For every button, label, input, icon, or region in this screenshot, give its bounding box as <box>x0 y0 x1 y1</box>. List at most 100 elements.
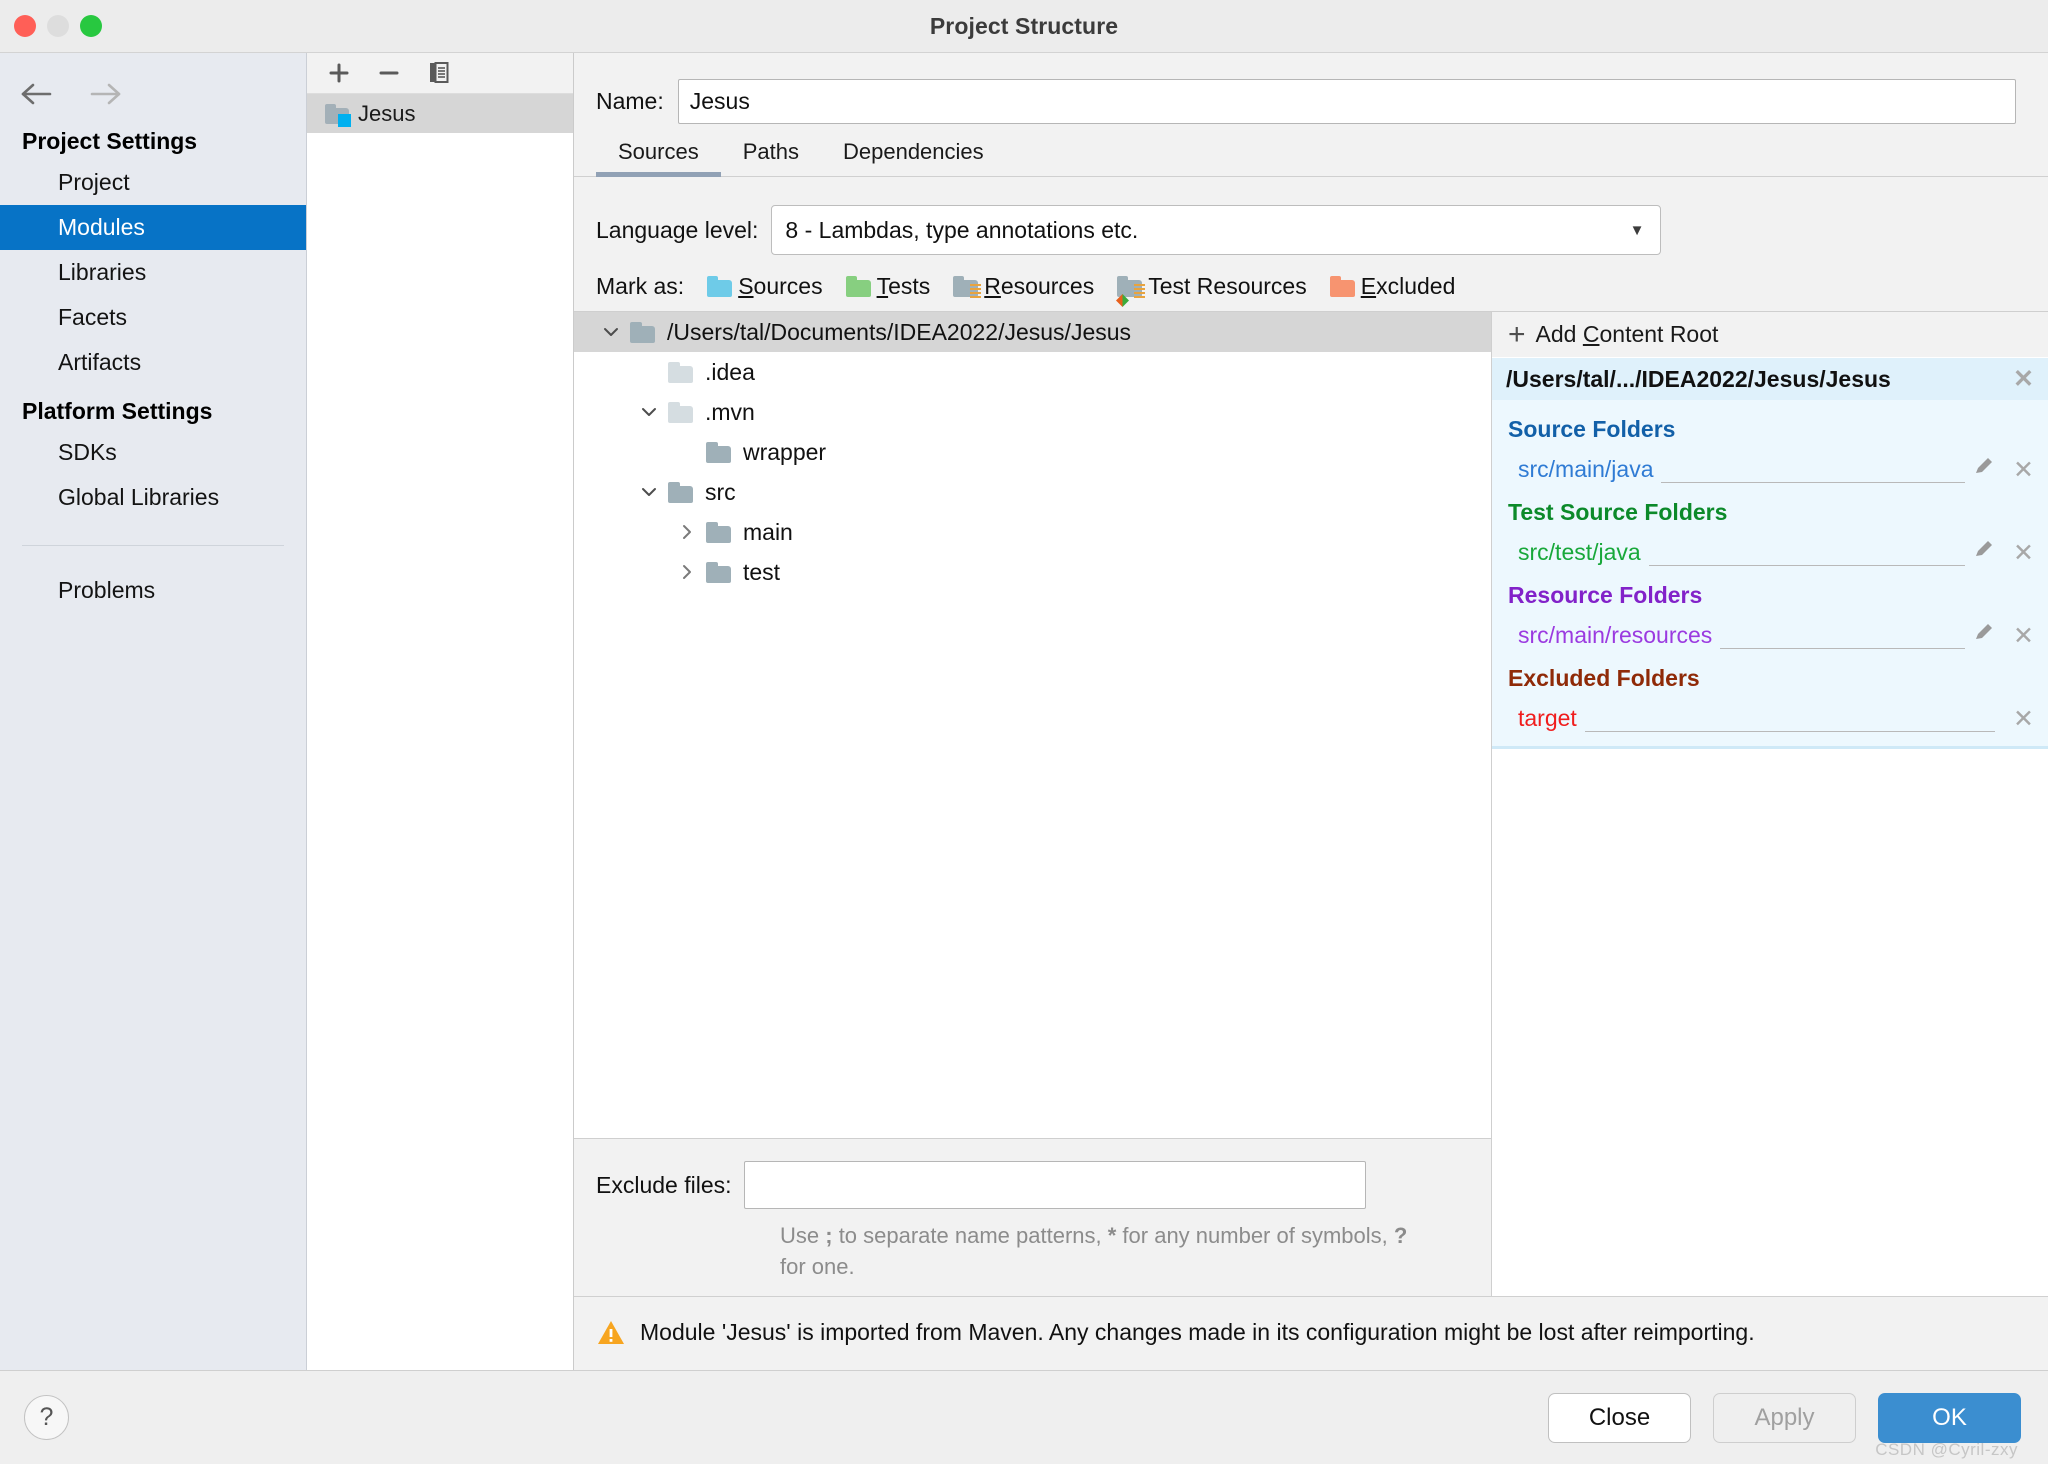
resource-folder-value[interactable]: src/main/resources <box>1518 622 1712 649</box>
tree-row[interactable]: src <box>574 472 1491 512</box>
excluded-folder-value[interactable]: target <box>1518 705 1577 732</box>
sidebar-item-global-libraries[interactable]: Global Libraries <box>0 475 306 520</box>
warning-triangle-icon <box>596 1318 626 1348</box>
dialog-footer: ? Close Apply OK CSDN @Cyril-zxy <box>0 1370 2048 1464</box>
remove-module-button[interactable] <box>375 59 403 87</box>
entry-rule <box>1720 627 1966 649</box>
sidebar-divider <box>22 545 284 546</box>
ok-button[interactable]: OK <box>1878 1392 2021 1443</box>
sidebar-item-sdks[interactable]: SDKs <box>0 430 306 475</box>
tree-row-label: main <box>743 518 793 545</box>
module-list-toolbar <box>307 53 573 94</box>
sources-split: /Users/tal/Documents/IDEA2022/Jesus/Jesu… <box>574 311 2048 1296</box>
sidebar-item-facets[interactable]: Facets <box>0 295 306 340</box>
tests-folder-icon <box>845 275 871 297</box>
zoom-window-button[interactable] <box>80 15 102 37</box>
mark-as-test-resources-button[interactable]: Test Resources <box>1116 272 1307 307</box>
twisty-down-icon[interactable] <box>630 482 668 502</box>
edit-pencil-icon[interactable] <box>1973 538 1995 566</box>
tree-row[interactable]: test <box>574 552 1491 592</box>
tab-sources[interactable]: Sources <box>596 139 721 177</box>
module-list-item-jesus[interactable]: Jesus <box>307 94 573 133</box>
mark-as-excluded-label: Excluded <box>1360 272 1456 299</box>
twisty-down-icon[interactable] <box>630 402 668 422</box>
back-arrow-icon[interactable] <box>20 81 56 107</box>
tree-row[interactable]: wrapper <box>574 432 1491 472</box>
window-traffic-lights <box>14 15 102 37</box>
mark-as-row: Mark as: Sources Tests Resources Test Re… <box>574 257 2048 311</box>
module-name-row: Name: <box>574 53 2048 129</box>
test-source-folder-entry: src/test/java ✕ <box>1492 532 2048 566</box>
hint-part: ? <box>1393 1223 1408 1248</box>
module-tabs: Sources Paths Dependencies <box>574 129 2048 177</box>
language-level-label: Language level: <box>596 216 759 243</box>
twisty-down-icon[interactable] <box>592 322 630 342</box>
tree-row[interactable]: main <box>574 512 1491 552</box>
tree-row[interactable]: /Users/tal/Documents/IDEA2022/Jesus/Jesu… <box>574 312 1491 352</box>
module-name-label: Name: <box>596 87 664 114</box>
twisty-right-icon[interactable] <box>668 562 706 582</box>
tab-dependencies[interactable]: Dependencies <box>821 139 1006 176</box>
language-level-select[interactable]: 8 - Lambdas, type annotations etc. ▼ <box>771 205 1662 255</box>
sidebar-item-libraries[interactable]: Libraries <box>0 250 306 295</box>
remove-excluded-folder-icon[interactable]: ✕ <box>2003 707 2034 732</box>
mark-as-tests-button[interactable]: Tests <box>845 272 931 300</box>
sidebar-item-artifacts[interactable]: Artifacts <box>0 340 306 385</box>
folder-icon <box>668 401 696 423</box>
dialog-body: Project Settings Project Modules Librari… <box>0 53 2048 1370</box>
add-content-root-button[interactable]: + Add Content Root <box>1492 312 2048 358</box>
tree-row-label: .idea <box>705 358 755 385</box>
hint-part: of symbols, <box>1276 1223 1394 1248</box>
mark-as-tests-label: Tests <box>876 272 931 299</box>
add-module-button[interactable] <box>325 59 353 87</box>
twisty-right-icon[interactable] <box>668 522 706 542</box>
edit-pencil-icon[interactable] <box>1973 455 1995 483</box>
sidebar-item-modules[interactable]: Modules <box>0 205 306 250</box>
edit-pencil-icon[interactable] <box>1973 621 1995 649</box>
module-name-input[interactable] <box>677 78 2016 124</box>
module-list-panel: Jesus <box>307 53 574 1370</box>
source-folders-title: Source Folders <box>1508 416 1676 442</box>
tree-row[interactable]: .mvn <box>574 392 1491 432</box>
plus-icon: + <box>1508 317 1526 351</box>
remove-resource-folder-icon[interactable]: ✕ <box>2003 624 2034 649</box>
mark-as-test-resources-label: Test Resources <box>1148 272 1307 299</box>
copy-module-icon[interactable] <box>425 59 453 87</box>
exclude-files-input[interactable] <box>743 1161 1366 1209</box>
remove-test-source-folder-icon[interactable]: ✕ <box>2003 541 2034 566</box>
test-source-folder-value[interactable]: src/test/java <box>1518 539 1641 566</box>
maven-warning-text: Module 'Jesus' is imported from Maven. A… <box>640 1319 1755 1345</box>
folder-icon <box>668 361 696 383</box>
mark-as-resources-label: Resources <box>984 272 1095 299</box>
source-folder-value[interactable]: src/main/java <box>1518 456 1653 483</box>
folder-icon <box>706 561 734 583</box>
module-editor-panel: Name: Sources Paths Dependencies Languag… <box>574 53 2048 1370</box>
close-button[interactable]: Close <box>1548 1392 1691 1443</box>
help-button[interactable]: ? <box>24 1395 69 1440</box>
close-window-button[interactable] <box>14 15 36 37</box>
hint-part: Use <box>780 1223 826 1248</box>
watermark: CSDN @Cyril-zxy <box>1875 1440 2018 1459</box>
source-folder-entry: src/main/java ✕ <box>1492 449 2048 483</box>
mark-as-label: Mark as: <box>596 272 685 299</box>
sidebar-item-project[interactable]: Project <box>0 160 306 205</box>
folder-icon <box>706 441 734 463</box>
mark-as-sources-button[interactable]: Sources <box>707 273 823 300</box>
mark-as-excluded-button[interactable]: Excluded <box>1329 272 1456 300</box>
mark-as-resources-button[interactable]: Resources <box>953 273 1094 300</box>
minimize-window-button[interactable] <box>47 15 69 37</box>
module-folder-icon <box>325 103 351 127</box>
tree-row[interactable]: .idea <box>574 352 1491 392</box>
tree-row-label: .mvn <box>705 398 755 425</box>
sidebar-group-title-platform-settings: Platform Settings <box>22 398 213 424</box>
content-tree: /Users/tal/Documents/IDEA2022/Jesus/Jesu… <box>574 312 1491 1138</box>
remove-content-root-icon[interactable]: ✕ <box>2003 366 2034 392</box>
window-title: Project Structure <box>929 12 1119 39</box>
exclude-files-section: Exclude files: Use ; to separate name pa… <box>574 1138 1491 1296</box>
tab-paths[interactable]: Paths <box>721 139 821 176</box>
content-root-detail-panel: + Add Content Root /Users/tal/.../IDEA20… <box>1492 312 2048 1296</box>
footer-buttons: Close Apply OK <box>1548 1392 2021 1443</box>
chevron-down-icon: ▼ <box>1629 221 1645 239</box>
sidebar-item-problems[interactable]: Problems <box>0 568 306 613</box>
remove-source-folder-icon[interactable]: ✕ <box>2003 458 2034 483</box>
